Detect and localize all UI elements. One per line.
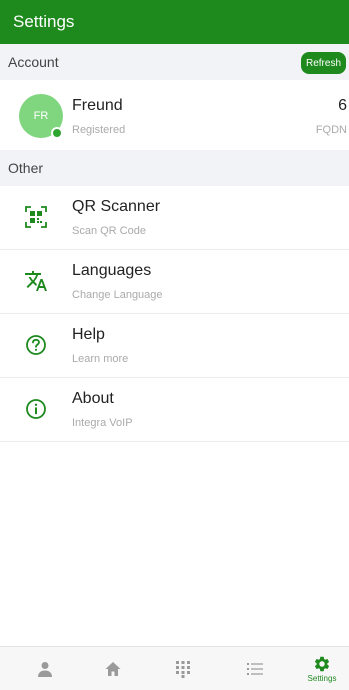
page-title: Settings <box>13 12 75 31</box>
list-item-qr-scanner[interactable]: QR Scanner Scan QR Code <box>0 186 349 250</box>
qr-scanner-subtitle: Scan QR Code <box>72 225 146 237</box>
nav-settings-label: Settings <box>307 674 337 683</box>
info-circle-icon <box>24 397 48 421</box>
bottom-nav: Settings <box>0 646 349 690</box>
other-section-title: Other <box>8 160 44 176</box>
gear-icon <box>314 656 330 672</box>
account-status: Registered <box>72 124 126 136</box>
nav-item-dialpad[interactable] <box>158 647 208 690</box>
about-subtitle: Integra VoIP <box>72 417 133 429</box>
qr-scanner-title: QR Scanner <box>72 198 161 215</box>
person-icon <box>38 662 52 677</box>
account-name: Freund <box>72 97 123 114</box>
list-item-help[interactable]: Help Learn more <box>0 314 349 378</box>
help-title: Help <box>72 326 105 343</box>
app-bar: Settings <box>0 0 349 44</box>
account-count: 6 <box>338 97 347 114</box>
account-section-header: Account Refresh <box>0 44 349 80</box>
nav-item-home[interactable] <box>88 647 138 690</box>
settings-screen: Settings Account Refresh FR Freund Regis… <box>0 0 349 690</box>
about-title: About <box>72 390 114 407</box>
nav-item-settings[interactable]: Settings <box>297 647 347 690</box>
registered-status-dot <box>51 127 63 139</box>
languages-subtitle: Change Language <box>72 289 163 301</box>
list-item-about[interactable]: About Integra VoIP <box>0 378 349 442</box>
qr-code-icon <box>24 205 48 229</box>
home-icon <box>105 662 121 676</box>
other-section-header: Other <box>0 150 349 186</box>
refresh-button-label: Refresh <box>305 57 341 69</box>
help-circle-icon <box>24 333 48 357</box>
avatar-initials: FR <box>33 110 49 122</box>
help-subtitle: Learn more <box>72 353 129 365</box>
languages-title: Languages <box>72 262 152 279</box>
nav-item-list[interactable] <box>230 647 280 690</box>
account-row[interactable]: FR Freund Registered 6 FQDN <box>0 82 349 150</box>
dialpad-icon <box>176 661 190 678</box>
refresh-button[interactable]: Refresh <box>300 52 346 74</box>
translate-icon <box>24 269 48 293</box>
account-type: FQDN <box>315 124 347 136</box>
list-item-languages[interactable]: Languages Change Language <box>0 250 349 314</box>
account-section-title: Account <box>8 54 59 70</box>
list-icon <box>247 663 263 675</box>
nav-item-contacts[interactable] <box>20 647 70 690</box>
